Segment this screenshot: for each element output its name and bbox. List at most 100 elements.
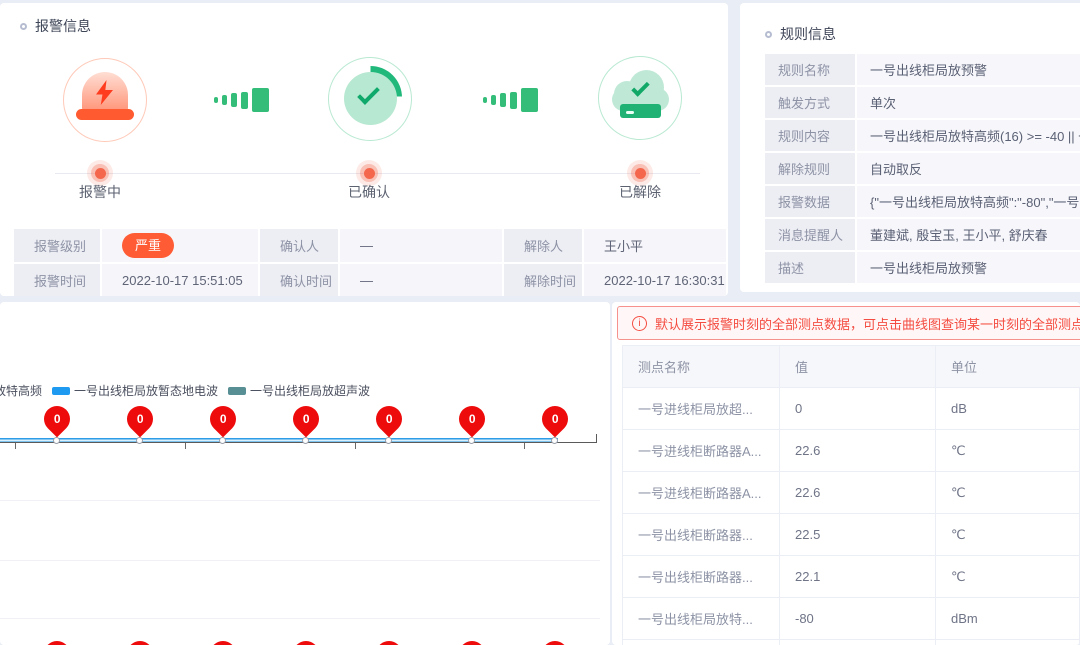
cloud-check-icon	[598, 56, 682, 140]
x-axis-line	[0, 442, 597, 443]
title-bullet-icon	[20, 23, 27, 30]
alarm-detail-page: { "alarm_panel": { "title": "报警信息", "ste…	[0, 0, 1080, 645]
alarm-pin-marker[interactable]: 0	[454, 401, 491, 438]
title-bullet-icon	[765, 31, 772, 38]
alarm-level-value: 严重	[102, 229, 258, 262]
rule-label: 消息提醒人	[765, 219, 855, 250]
confirm-time-label: 确认时间	[260, 264, 338, 296]
point-value-cell: 22.1	[780, 556, 936, 598]
rule-detail-table: 规则名称 一号出线柜局放预警 触发方式 单次 规则内容 一号出线柜局放特高频(1…	[765, 54, 1080, 283]
column-header-value: 值	[780, 346, 936, 388]
x-axis-tick	[524, 443, 525, 449]
point-name-cell: 一号出线柜断路器...	[623, 514, 780, 556]
resolver-value: 王小平	[584, 229, 726, 262]
rule-panel-title-text: 规则信息	[780, 24, 836, 44]
alarm-pin-marker[interactable]: 0	[122, 401, 159, 438]
data-point-symbol[interactable]	[219, 437, 226, 444]
alarm-pin-marker[interactable]: 0	[205, 636, 242, 645]
column-header-unit: 单位	[936, 346, 1080, 388]
notice-text: 默认展示报警时刻的全部测点数据，可点击曲线图查询某一时刻的全部测点数据	[655, 314, 1080, 333]
trend-chart-panel[interactable]: 一号出线柜局放特高频 一号出线柜局放暂态地电波 一号出线柜局放超声波 00000…	[0, 302, 610, 645]
data-point-symbol[interactable]	[136, 437, 143, 444]
point-value-cell: 0	[780, 388, 936, 430]
rule-panel-title: 规则信息	[765, 24, 836, 44]
rule-label: 解除规则	[765, 153, 855, 184]
alarm-pin-marker[interactable]: 0	[288, 401, 325, 438]
x-axis-tick	[355, 443, 356, 449]
flow-arrow-icon	[214, 88, 269, 112]
point-unit-cell: ℃	[936, 514, 1080, 556]
notice-banner: i 默认展示报警时刻的全部测点数据，可点击曲线图查询某一时刻的全部测点数据	[617, 306, 1080, 340]
siren-icon	[63, 58, 147, 142]
point-name-cell: 一号进线柜局放超...	[623, 388, 780, 430]
point-value-cell: 22.6	[780, 430, 936, 472]
alarm-pin-marker[interactable]: 0	[288, 636, 325, 645]
severity-badge: 严重	[122, 233, 174, 258]
pin-value-label: 0	[303, 412, 310, 426]
rule-value: 单次	[857, 87, 1080, 118]
alarm-pin-marker[interactable]: 0	[39, 401, 76, 438]
data-point-symbol[interactable]	[53, 437, 60, 444]
pin-value-label: 0	[469, 412, 476, 426]
confirm-time-value: —	[340, 264, 502, 296]
alarm-pin-marker[interactable]: 0	[454, 636, 491, 645]
pin-value-label: 0	[137, 412, 144, 426]
alarm-pin-marker[interactable]: 0	[371, 401, 408, 438]
measuring-points-panel: i 默认展示报警时刻的全部测点数据，可点击曲线图查询某一时刻的全部测点数据 测点…	[612, 302, 1080, 645]
alarm-panel-title-text: 报警信息	[35, 16, 91, 36]
x-axis-tick	[185, 443, 186, 449]
rule-label: 描述	[765, 252, 855, 283]
point-unit-cell: dB	[936, 388, 1080, 430]
column-header-name: 测点名称	[623, 346, 780, 388]
x-axis-tick	[15, 443, 16, 449]
data-point-symbol[interactable]	[468, 437, 475, 444]
rule-value: 一号出线柜局放预警	[857, 252, 1080, 283]
gridline	[0, 560, 600, 561]
rule-value: 一号出线柜局放预警	[857, 54, 1080, 85]
chart-plot-area[interactable]: 0 0 0 0 0 0 0 0 0 0 0 0 0 0	[0, 302, 610, 645]
point-name-cell: 一号进线柜断路器A...	[623, 472, 780, 514]
point-name-cell: 一号出线柜断路器...	[623, 556, 780, 598]
alarm-pin-marker[interactable]: 0	[537, 401, 574, 438]
rule-label: 触发方式	[765, 87, 855, 118]
resolve-time-value: 2022-10-17 16:30:31	[584, 264, 726, 296]
rule-value: {"一号出线柜局放特高频":"-80","一号出...	[857, 186, 1080, 217]
confirmer-label: 确认人	[260, 229, 338, 262]
pin-value-label: 0	[220, 412, 227, 426]
point-value-cell	[780, 640, 936, 645]
point-value-cell: 22.6	[780, 472, 936, 514]
step-label-confirmed: 已确认	[329, 182, 409, 202]
gridline	[0, 618, 600, 619]
point-unit-cell: ℃	[936, 430, 1080, 472]
data-point-symbol[interactable]	[302, 437, 309, 444]
pin-value-label: 0	[552, 412, 559, 426]
pie-check-icon	[328, 57, 412, 141]
alarm-pin-marker[interactable]: 0	[122, 636, 159, 645]
alarm-pin-marker[interactable]: 0	[205, 401, 242, 438]
flow-arrow-icon	[483, 88, 538, 112]
alarm-level-label: 报警级别	[14, 229, 100, 262]
data-point-symbol[interactable]	[385, 437, 392, 444]
step-label-resolved: 已解除	[600, 182, 680, 202]
point-value-cell: 22.5	[780, 514, 936, 556]
alarm-detail-table: 报警级别 严重 确认人 — 解除人 王小平 报警时间 2022-10-17 15…	[14, 229, 716, 296]
data-point-symbol[interactable]	[551, 437, 558, 444]
rule-label: 规则内容	[765, 120, 855, 151]
point-unit-cell: ℃	[936, 472, 1080, 514]
alarm-pin-marker[interactable]: 0	[371, 636, 408, 645]
pin-value-label: 0	[54, 412, 61, 426]
point-unit-cell	[936, 640, 1080, 645]
point-name-cell	[623, 640, 780, 645]
alarm-time-value: 2022-10-17 15:51:05	[102, 264, 258, 296]
resolver-label: 解除人	[504, 229, 582, 262]
pin-value-label: 0	[386, 412, 393, 426]
alarm-info-panel: 报警信息 报警中 已确认 已解除 报警级别 严重 确认人 — 解除人 王小平 报…	[0, 3, 728, 296]
alarm-pin-marker[interactable]: 0	[537, 636, 574, 645]
alarm-pin-marker[interactable]: 0	[39, 636, 76, 645]
point-name-cell: 一号出线柜局放特...	[623, 598, 780, 640]
resolve-time-label: 解除时间	[504, 264, 582, 296]
point-value-cell: -80	[780, 598, 936, 640]
alarm-panel-title: 报警信息	[20, 16, 91, 36]
rule-value: 自动取反	[857, 153, 1080, 184]
rule-value: 一号出线柜局放特高频(16) >= -40 || 一...	[857, 120, 1080, 151]
